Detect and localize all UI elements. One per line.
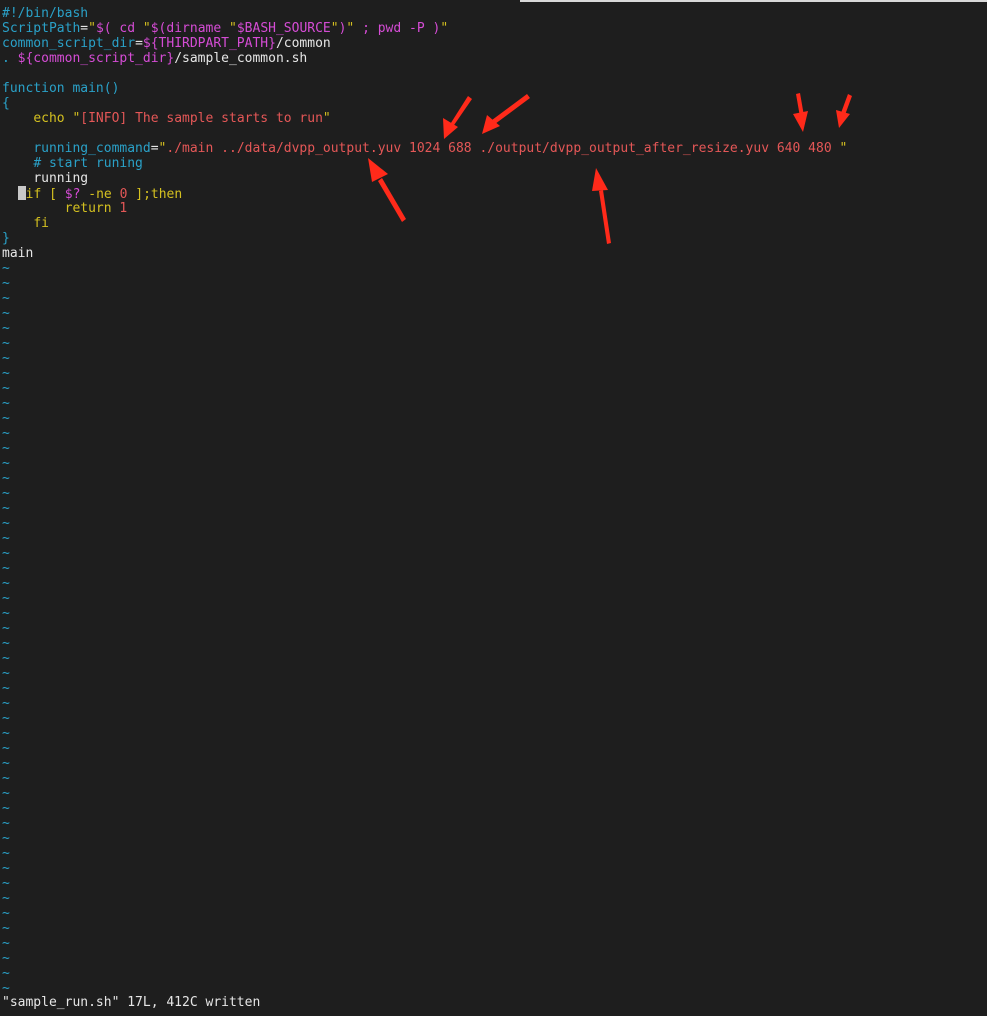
- annotation-arrow-icon: [368, 158, 406, 222]
- annotation-overlay: [368, 93, 852, 244]
- annotation-arrow-icon: [443, 96, 472, 139]
- annotation-arrow-icon: [793, 93, 808, 132]
- annotation-arrow-icon: [592, 168, 611, 244]
- annotation-arrow-icon: [836, 94, 852, 128]
- annotation-arrow-icon: [482, 94, 530, 134]
